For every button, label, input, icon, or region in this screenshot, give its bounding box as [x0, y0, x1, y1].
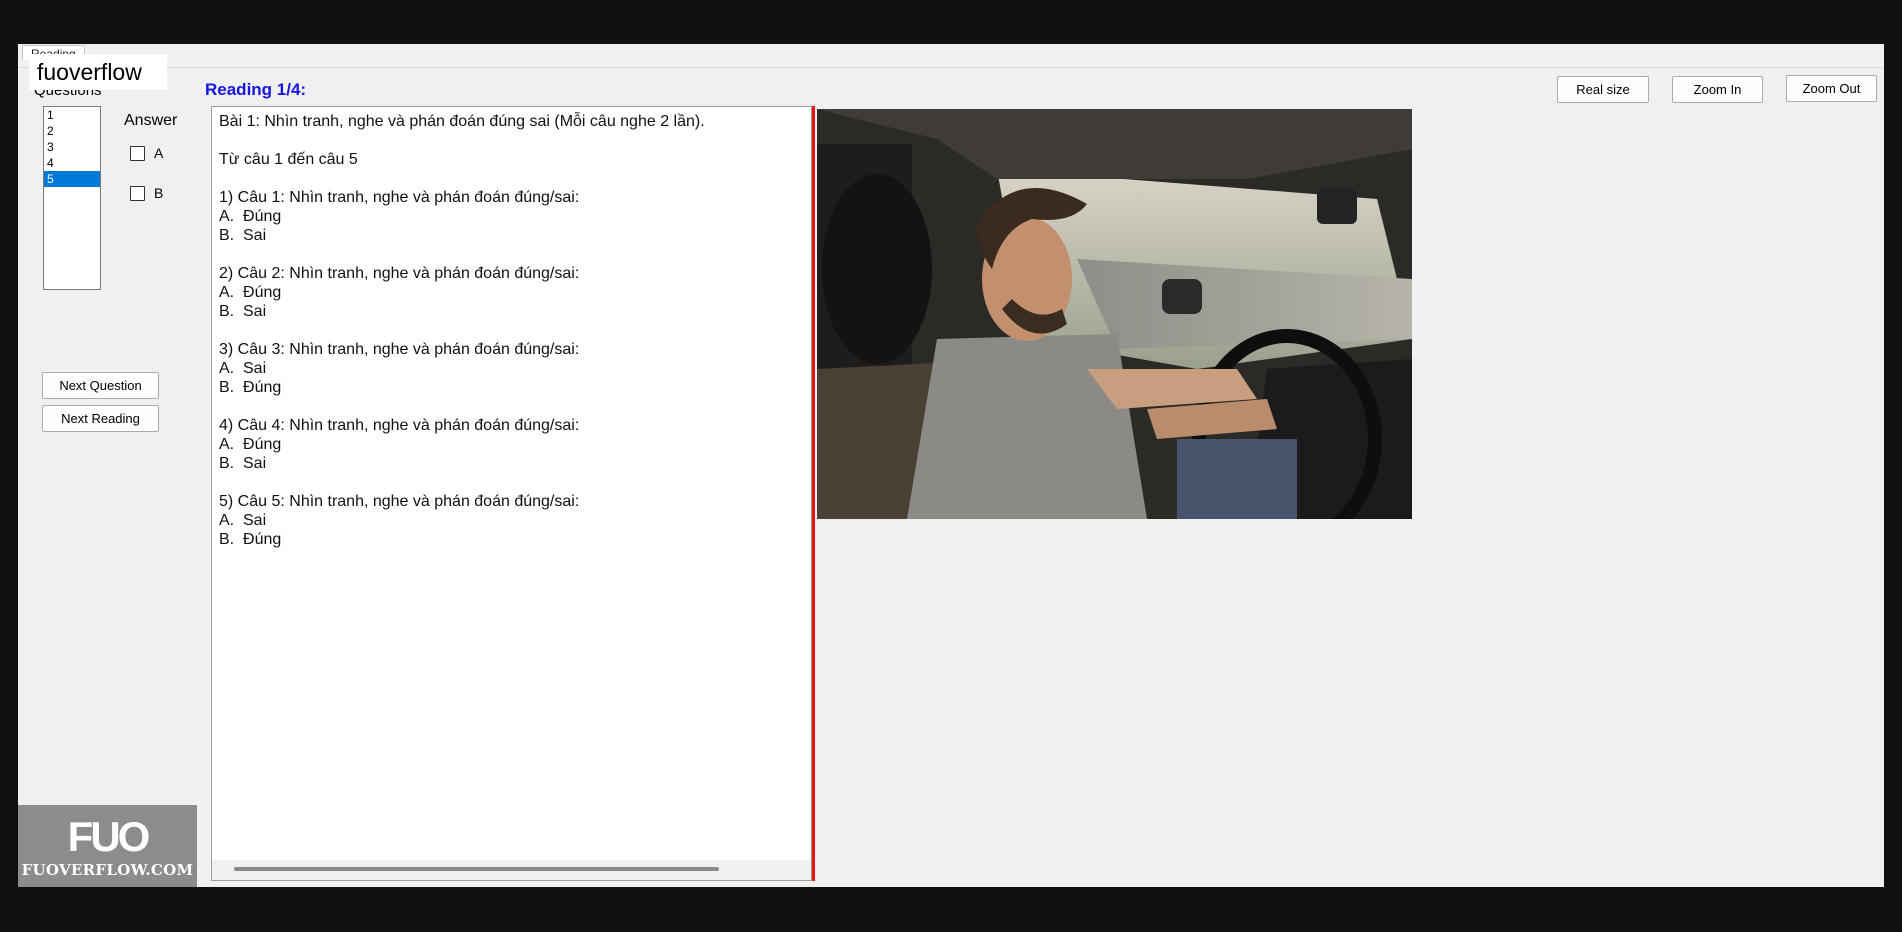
reading-line: B. Sai — [219, 303, 267, 320]
reading-line: B. Đúng — [219, 379, 282, 396]
horizontal-scrollbar[interactable] — [212, 860, 811, 880]
answer-option-a[interactable]: A — [130, 145, 163, 161]
checkbox-a[interactable] — [130, 145, 145, 161]
answer-option-b[interactable]: B — [130, 185, 163, 201]
tab-strip: Reading — [18, 44, 1884, 68]
scrollbar-thumb[interactable] — [234, 867, 719, 871]
question-item-1[interactable]: 1 — [44, 107, 100, 123]
answer-option-b-label: B — [154, 185, 164, 201]
main-window: Reading Questions fuoverflow 1 2 3 4 5 A… — [18, 44, 1884, 887]
driver-photo — [817, 109, 1412, 519]
reading-line: A. Sai — [219, 360, 267, 377]
reading-line: A. Đúng — [219, 208, 282, 225]
reading-text: Bài 1: Nhìn tranh, nghe và phán đoán đún… — [219, 112, 705, 549]
zoom-out-button[interactable]: Zoom Out — [1786, 75, 1877, 102]
reading-line: Từ câu 1 đến câu 5 — [219, 151, 358, 168]
checkbox-b[interactable] — [130, 185, 145, 201]
reading-line: 3) Câu 3: Nhìn tranh, nghe và phán đoán … — [219, 341, 580, 358]
next-question-button[interactable]: Next Question — [42, 372, 159, 399]
reading-line: 5) Câu 5: Nhìn tranh, nghe và phán đoán … — [219, 493, 580, 510]
reading-text-pane[interactable]: Bài 1: Nhìn tranh, nghe và phán đoán đún… — [211, 106, 812, 881]
reading-line: Bài 1: Nhìn tranh, nghe và phán đoán đún… — [219, 113, 705, 130]
reading-line: 4) Câu 4: Nhìn tranh, nghe và phán đoán … — [219, 417, 580, 434]
logo-mark: FUO — [67, 813, 151, 860]
next-reading-button[interactable]: Next Reading — [42, 405, 159, 432]
fuoverflow-logo: FUO FUOVERFLOW.COM — [18, 805, 197, 887]
reading-line: B. Sai — [219, 455, 267, 472]
question-item-5[interactable]: 5 — [44, 171, 100, 187]
answer-label: Answer — [124, 112, 178, 129]
reading-line: A. Sai — [219, 512, 267, 529]
reading-line: 2) Câu 2: Nhìn tranh, nghe và phán đoán … — [219, 265, 580, 282]
reading-line: A. Đúng — [219, 436, 282, 453]
logo-text: FUOVERFLOW.COM — [21, 861, 194, 879]
question-list[interactable]: 1 2 3 4 5 — [43, 106, 101, 290]
watermark-label: fuoverflow — [29, 54, 167, 90]
question-item-3[interactable]: 3 — [44, 139, 100, 155]
answer-option-a-label: A — [154, 145, 164, 161]
real-size-button[interactable]: Real size — [1557, 76, 1649, 103]
reading-label: Reading 1/4: — [205, 80, 307, 99]
reading-line: B. Đúng — [219, 531, 282, 548]
question-item-2[interactable]: 2 — [44, 123, 100, 139]
reading-line: 1) Câu 1: Nhìn tranh, nghe và phán đoán … — [219, 189, 580, 206]
image-pane — [817, 106, 1876, 881]
pane-splitter[interactable] — [812, 106, 815, 881]
question-item-4[interactable]: 4 — [44, 155, 100, 171]
zoom-in-button[interactable]: Zoom In — [1672, 76, 1763, 103]
reading-line: A. Đúng — [219, 284, 282, 301]
reading-line: B. Sai — [219, 227, 267, 244]
